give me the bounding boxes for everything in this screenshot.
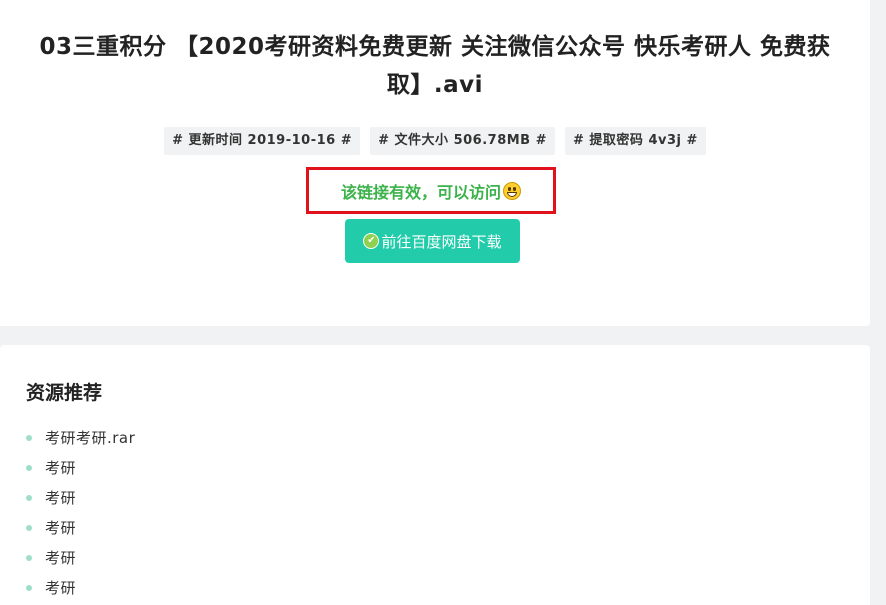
file-size-chip: # 文件大小 506.78MB # — [370, 127, 555, 155]
recommend-card: 资源推荐 考研考研.rar 考研 考研 考研 考研 考研 — [0, 345, 870, 605]
resource-card: 03三重积分 【2020考研资料免费更新 关注微信公众号 快乐考研人 免费获取】… — [0, 0, 870, 326]
list-item: 考研 — [26, 513, 135, 543]
bullet-icon — [26, 555, 32, 561]
list-item: 考研 — [26, 543, 135, 573]
list-item: 考研考研.rar — [26, 423, 135, 453]
recommend-link[interactable]: 考研 — [45, 573, 76, 603]
bullet-icon — [26, 435, 32, 441]
check-circle-icon: ✔ — [363, 233, 380, 249]
list-item: 考研 — [26, 573, 135, 603]
resource-title: 03三重积分 【2020考研资料免费更新 关注微信公众号 快乐考研人 免费获取】… — [39, 34, 831, 98]
baidu-download-button[interactable]: ✔ 前往百度网盘下载 — [345, 219, 520, 263]
list-item: 考研 — [26, 453, 135, 483]
recommend-link[interactable]: 考研 — [45, 513, 76, 543]
recommend-heading: 资源推荐 — [26, 382, 103, 404]
bullet-icon — [26, 465, 32, 471]
bullet-icon — [26, 525, 32, 531]
bullet-icon — [26, 585, 32, 591]
link-status-text: 该链接有效，可以访问 — [340, 182, 501, 202]
list-item: 考研 — [26, 483, 135, 513]
recommend-list: 考研考研.rar 考研 考研 考研 考研 考研 — [26, 423, 135, 603]
update-time-chip: # 更新时间 2019-10-16 # — [164, 127, 361, 155]
link-status-box: 该链接有效，可以访问 — [306, 167, 556, 214]
recommend-link[interactable]: 考研 — [45, 453, 76, 483]
meta-row: # 更新时间 2019-10-16 # # 文件大小 506.78MB # # … — [0, 127, 870, 155]
recommend-link[interactable]: 考研考研.rar — [45, 423, 135, 453]
download-button-label: 前往百度网盘下载 — [381, 232, 502, 251]
recommend-link[interactable]: 考研 — [45, 483, 76, 513]
extract-code-chip: # 提取密码 4v3j # — [565, 127, 706, 155]
bullet-icon — [26, 495, 32, 501]
recommend-link[interactable]: 考研 — [45, 543, 76, 573]
grinning-emoji-icon — [503, 181, 521, 200]
